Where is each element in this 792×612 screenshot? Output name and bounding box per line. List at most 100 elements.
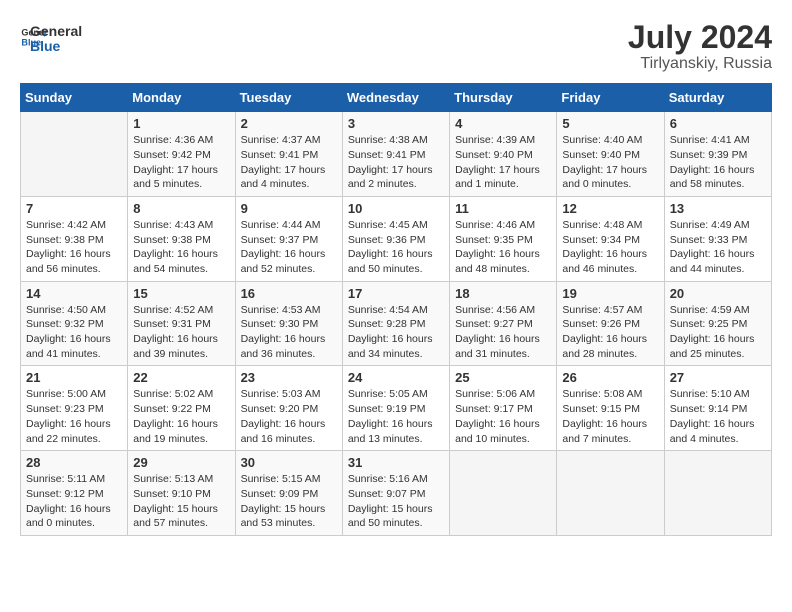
day-number: 24 xyxy=(348,370,444,385)
day-number: 27 xyxy=(670,370,766,385)
day-info: Sunrise: 4:57 AMSunset: 9:26 PMDaylight:… xyxy=(562,303,658,362)
calendar-cell: 13Sunrise: 4:49 AMSunset: 9:33 PMDayligh… xyxy=(664,196,771,281)
calendar-cell: 16 Sunrise: 4:53 AMSunset: 9:30 PMDayligh… xyxy=(235,281,342,366)
day-number: 13 xyxy=(670,201,766,216)
day-number: 11 xyxy=(455,201,551,216)
title-block: July 2024 Tirlyanskiy, Russia xyxy=(628,20,772,73)
day-number: 22 xyxy=(133,370,229,385)
calendar-cell: 31 Sunrise: 5:16 AMSunset: 9:07 PMDayligh… xyxy=(342,451,449,536)
day-info: Sunrise: 4:52 AMSunset: 9:31 PMDaylight:… xyxy=(133,303,229,362)
weekday-header-sunday: Sunday xyxy=(21,84,128,112)
calendar-cell: 28 Sunrise: 5:11 AMSunset: 9:12 PMDayligh… xyxy=(21,451,128,536)
day-number: 1 xyxy=(133,116,229,131)
calendar-cell: 27 Sunrise: 5:10 AMSunset: 9:14 PMDayligh… xyxy=(664,366,771,451)
day-number: 19 xyxy=(562,286,658,301)
calendar-cell: 29 Sunrise: 5:13 AMSunset: 9:10 PMDayligh… xyxy=(128,451,235,536)
day-number: 5 xyxy=(562,116,658,131)
calendar-cell: 8 Sunrise: 4:43 AMSunset: 9:38 PMDaylight… xyxy=(128,196,235,281)
day-info: Sunrise: 4:48 AMSunset: 9:34 PMDaylight:… xyxy=(562,218,658,277)
calendar-cell: 14Sunrise: 4:50 AMSunset: 9:32 PMDayligh… xyxy=(21,281,128,366)
weekday-header-row: SundayMondayTuesdayWednesdayThursdayFrid… xyxy=(21,84,772,112)
day-info: Sunrise: 4:39 AMSunset: 9:40 PMDaylight:… xyxy=(455,133,551,192)
calendar-cell: 22 Sunrise: 5:02 AMSunset: 9:22 PMDayligh… xyxy=(128,366,235,451)
day-number: 10 xyxy=(348,201,444,216)
calendar-table: SundayMondayTuesdayWednesdayThursdayFrid… xyxy=(20,83,772,536)
day-info: Sunrise: 5:00 AMSunset: 9:23 PMDaylight:… xyxy=(26,387,122,446)
week-row-2: 7Sunrise: 4:42 AMSunset: 9:38 PMDaylight… xyxy=(21,196,772,281)
weekday-header-thursday: Thursday xyxy=(450,84,557,112)
day-info: Sunrise: 4:41 AMSunset: 9:39 PMDaylight:… xyxy=(670,133,766,192)
day-info: Sunrise: 5:05 AMSunset: 9:19 PMDaylight:… xyxy=(348,387,444,446)
calendar-cell xyxy=(664,451,771,536)
calendar-cell: 17 Sunrise: 4:54 AMSunset: 9:28 PMDayligh… xyxy=(342,281,449,366)
day-info: Sunrise: 5:16 AMSunset: 9:07 PMDaylight:… xyxy=(348,472,444,531)
calendar-cell: 21Sunrise: 5:00 AMSunset: 9:23 PMDayligh… xyxy=(21,366,128,451)
calendar-cell: 30 Sunrise: 5:15 AMSunset: 9:09 PMDayligh… xyxy=(235,451,342,536)
calendar-cell: 23 Sunrise: 5:03 AMSunset: 9:20 PMDayligh… xyxy=(235,366,342,451)
day-info: Sunrise: 5:11 AMSunset: 9:12 PMDaylight:… xyxy=(26,472,122,531)
calendar-cell: 6 Sunrise: 4:41 AMSunset: 9:39 PMDaylight… xyxy=(664,112,771,197)
calendar-cell: 9 Sunrise: 4:44 AMSunset: 9:37 PMDaylight… xyxy=(235,196,342,281)
calendar-cell: 15 Sunrise: 4:52 AMSunset: 9:31 PMDayligh… xyxy=(128,281,235,366)
day-info: Sunrise: 5:03 AMSunset: 9:20 PMDaylight:… xyxy=(241,387,337,446)
calendar-cell xyxy=(450,451,557,536)
weekday-header-saturday: Saturday xyxy=(664,84,771,112)
day-number: 17 xyxy=(348,286,444,301)
calendar-cell: 24 Sunrise: 5:05 AMSunset: 9:19 PMDayligh… xyxy=(342,366,449,451)
day-number: 30 xyxy=(241,455,337,470)
day-info: Sunrise: 5:08 AMSunset: 9:15 PMDaylight:… xyxy=(562,387,658,446)
day-info: Sunrise: 4:45 AMSunset: 9:36 PMDaylight:… xyxy=(348,218,444,277)
day-number: 6 xyxy=(670,116,766,131)
day-number: 15 xyxy=(133,286,229,301)
day-number: 25 xyxy=(455,370,551,385)
day-info: Sunrise: 4:50 AMSunset: 9:32 PMDaylight:… xyxy=(26,303,122,362)
weekday-header-monday: Monday xyxy=(128,84,235,112)
day-info: Sunrise: 4:43 AMSunset: 9:38 PMDaylight:… xyxy=(133,218,229,277)
day-info: Sunrise: 4:44 AMSunset: 9:37 PMDaylight:… xyxy=(241,218,337,277)
day-number: 23 xyxy=(241,370,337,385)
day-number: 16 xyxy=(241,286,337,301)
day-number: 12 xyxy=(562,201,658,216)
day-info: Sunrise: 4:46 AMSunset: 9:35 PMDaylight:… xyxy=(455,218,551,277)
calendar-cell: 25 Sunrise: 5:06 AMSunset: 9:17 PMDayligh… xyxy=(450,366,557,451)
day-number: 9 xyxy=(241,201,337,216)
month-year: July 2024 xyxy=(628,20,772,55)
day-number: 8 xyxy=(133,201,229,216)
day-info: Sunrise: 5:10 AMSunset: 9:14 PMDaylight:… xyxy=(670,387,766,446)
day-number: 2 xyxy=(241,116,337,131)
day-info: Sunrise: 4:37 AMSunset: 9:41 PMDaylight:… xyxy=(241,133,337,192)
week-row-3: 14Sunrise: 4:50 AMSunset: 9:32 PMDayligh… xyxy=(21,281,772,366)
logo: General Blue General Blue xyxy=(20,20,82,55)
day-info: Sunrise: 4:42 AMSunset: 9:38 PMDaylight:… xyxy=(26,218,122,277)
day-number: 4 xyxy=(455,116,551,131)
day-info: Sunrise: 4:59 AMSunset: 9:25 PMDaylight:… xyxy=(670,303,766,362)
calendar-cell: 20Sunrise: 4:59 AMSunset: 9:25 PMDayligh… xyxy=(664,281,771,366)
day-number: 26 xyxy=(562,370,658,385)
calendar-cell: 12 Sunrise: 4:48 AMSunset: 9:34 PMDayligh… xyxy=(557,196,664,281)
day-info: Sunrise: 4:56 AMSunset: 9:27 PMDaylight:… xyxy=(455,303,551,362)
calendar-cell xyxy=(557,451,664,536)
day-info: Sunrise: 5:15 AMSunset: 9:09 PMDaylight:… xyxy=(241,472,337,531)
calendar-cell: 3 Sunrise: 4:38 AMSunset: 9:41 PMDaylight… xyxy=(342,112,449,197)
weekday-header-tuesday: Tuesday xyxy=(235,84,342,112)
day-info: Sunrise: 4:36 AMSunset: 9:42 PMDaylight:… xyxy=(133,133,229,192)
week-row-5: 28 Sunrise: 5:11 AMSunset: 9:12 PMDayligh… xyxy=(21,451,772,536)
calendar-cell: 1 Sunrise: 4:36 AMSunset: 9:42 PMDaylight… xyxy=(128,112,235,197)
day-info: Sunrise: 4:38 AMSunset: 9:41 PMDaylight:… xyxy=(348,133,444,192)
day-number: 31 xyxy=(348,455,444,470)
day-info: Sunrise: 5:13 AMSunset: 9:10 PMDaylight:… xyxy=(133,472,229,531)
day-info: Sunrise: 5:02 AMSunset: 9:22 PMDaylight:… xyxy=(133,387,229,446)
day-info: Sunrise: 4:40 AMSunset: 9:40 PMDaylight:… xyxy=(562,133,658,192)
day-number: 3 xyxy=(348,116,444,131)
day-number: 29 xyxy=(133,455,229,470)
day-info: Sunrise: 4:54 AMSunset: 9:28 PMDaylight:… xyxy=(348,303,444,362)
calendar-cell: 11 Sunrise: 4:46 AMSunset: 9:35 PMDayligh… xyxy=(450,196,557,281)
day-number: 28 xyxy=(26,455,122,470)
logo-general: General xyxy=(30,24,82,39)
day-info: Sunrise: 4:53 AMSunset: 9:30 PMDaylight:… xyxy=(241,303,337,362)
week-row-1: 1 Sunrise: 4:36 AMSunset: 9:42 PMDaylight… xyxy=(21,112,772,197)
week-row-4: 21Sunrise: 5:00 AMSunset: 9:23 PMDayligh… xyxy=(21,366,772,451)
day-info: Sunrise: 5:06 AMSunset: 9:17 PMDaylight:… xyxy=(455,387,551,446)
calendar-cell: 26 Sunrise: 5:08 AMSunset: 9:15 PMDayligh… xyxy=(557,366,664,451)
calendar-cell xyxy=(21,112,128,197)
